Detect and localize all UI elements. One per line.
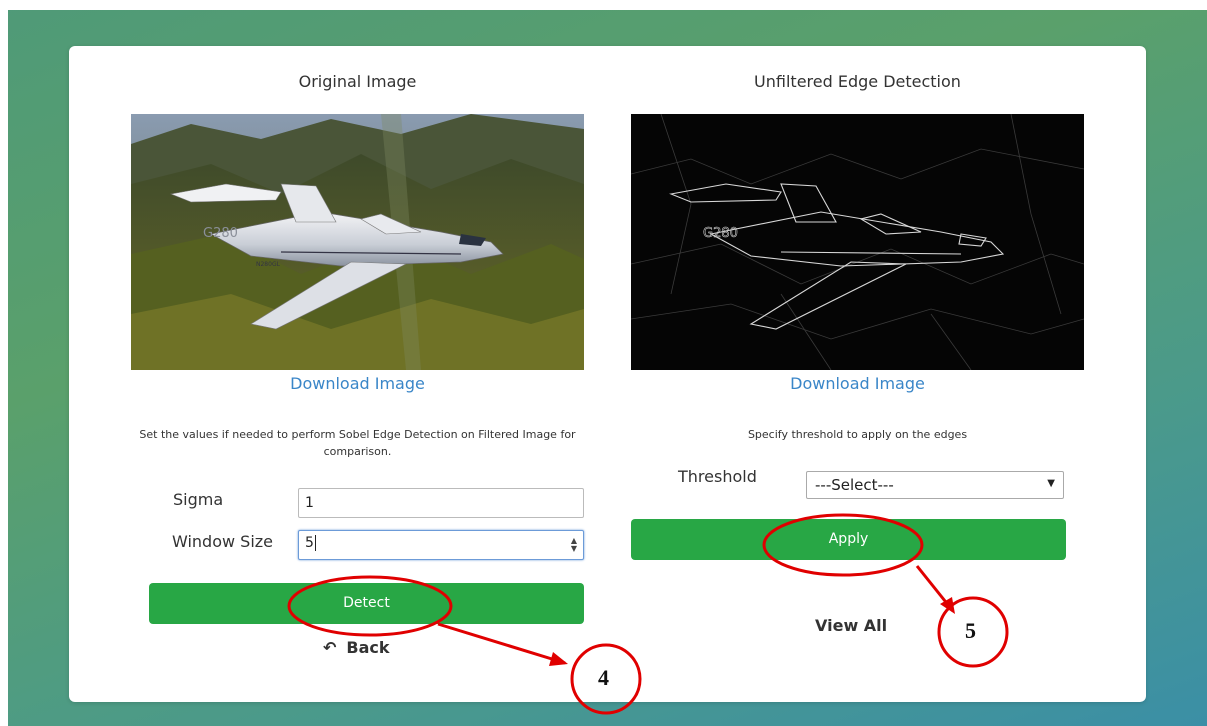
detect-button[interactable]: Detect (149, 583, 584, 624)
view-all-link[interactable]: View All (815, 616, 887, 635)
back-label: Back (346, 638, 390, 657)
window-left-border (0, 0, 8, 726)
window-top-border (0, 0, 1207, 10)
window-size-value: 5 (305, 535, 314, 551)
sobel-hint-text: Set the values if needed to perform Sobe… (139, 428, 576, 458)
text-caret (314, 535, 316, 551)
stepper-down-icon[interactable]: ▼ (571, 545, 577, 553)
original-image: G280 N280GL (131, 114, 584, 370)
window-size-stepper[interactable]: ▲ ▼ (571, 537, 577, 553)
back-link[interactable]: ↶ Back (323, 638, 390, 657)
threshold-label: Threshold (678, 467, 757, 486)
download-edge-link[interactable]: Download Image (631, 374, 1084, 393)
threshold-selected-value: ---Select--- (815, 476, 894, 494)
sigma-input[interactable] (298, 488, 584, 518)
back-arrow-icon: ↶ (323, 638, 337, 657)
edge-detection-title: Unfiltered Edge Detection (754, 72, 961, 91)
edge-plane-model-text: G280 (703, 226, 738, 241)
sigma-label: Sigma (173, 490, 224, 509)
main-card: Original Image G280 N280GL Download Imag… (69, 46, 1146, 702)
window-size-input[interactable]: 5 ▲ ▼ (298, 530, 584, 560)
edge-detection-image: G280 (631, 114, 1084, 370)
threshold-hint-text: Specify threshold to apply on the edges (747, 428, 968, 441)
window-size-label: Window Size (172, 532, 274, 551)
plane-registration-text: N280GL (256, 261, 281, 268)
apply-button[interactable]: Apply (631, 519, 1066, 560)
step-4-label: 4 (598, 665, 609, 690)
threshold-select[interactable]: ---Select--- ▼ (806, 471, 1064, 499)
original-image-title: Original Image (298, 72, 417, 91)
plane-model-text: G280 (203, 226, 238, 241)
dropdown-caret-icon: ▼ (1047, 478, 1055, 489)
step-5-label: 5 (965, 618, 976, 643)
download-original-link[interactable]: Download Image (131, 374, 584, 393)
